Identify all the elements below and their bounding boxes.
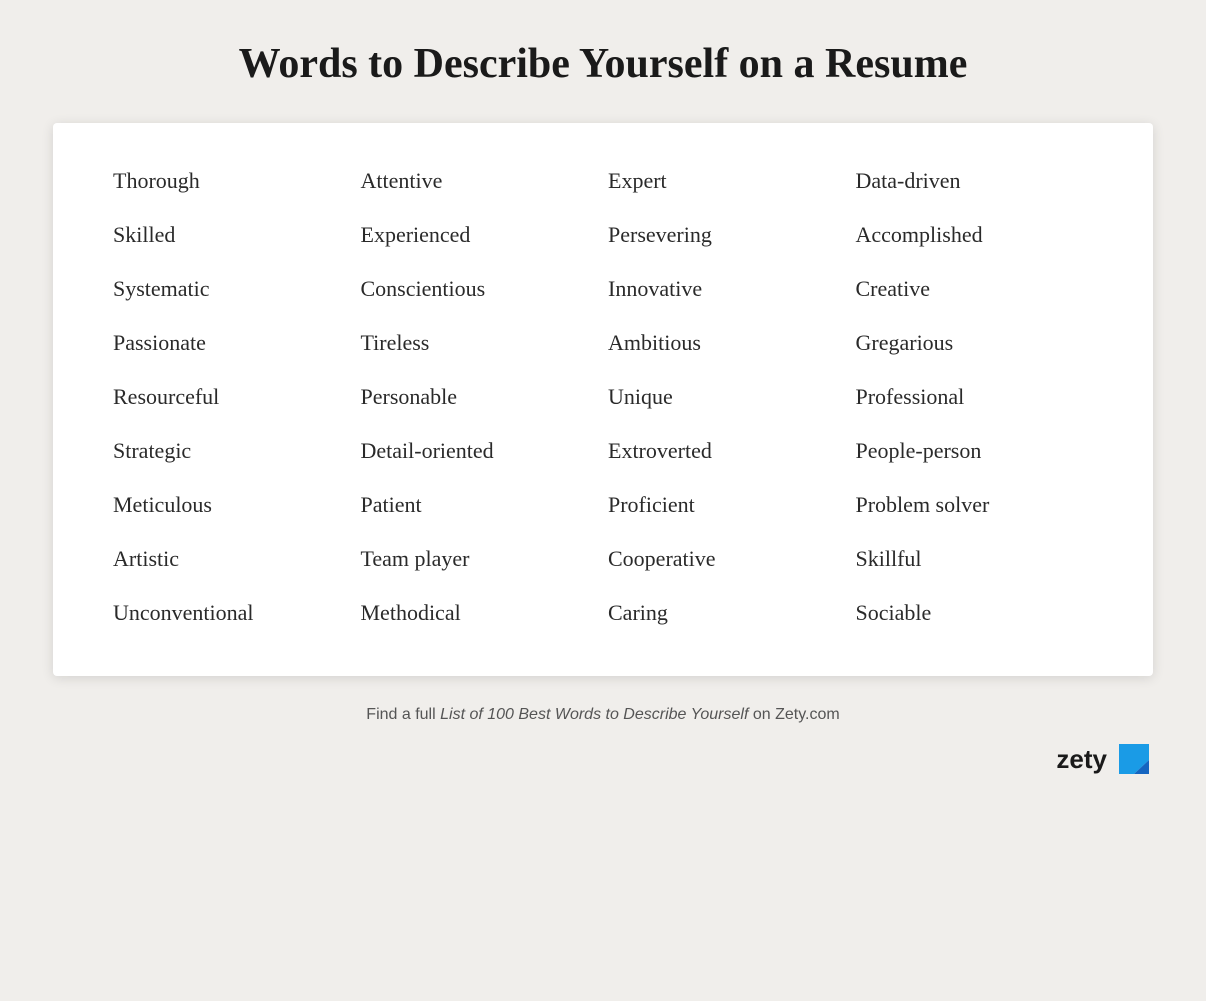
word-item: Sociable xyxy=(856,600,1094,626)
footer-suffix: on Zety.com xyxy=(748,706,839,723)
word-item: Cooperative xyxy=(608,546,846,572)
word-item: Artistic xyxy=(113,546,351,572)
word-item: Thorough xyxy=(113,168,351,194)
word-item: Attentive xyxy=(361,168,599,194)
word-item: People-person xyxy=(856,438,1094,464)
word-item: Team player xyxy=(361,546,599,572)
word-item: Extroverted xyxy=(608,438,846,464)
word-item: Conscientious xyxy=(361,276,599,302)
word-item: Creative xyxy=(856,276,1094,302)
word-item: Tireless xyxy=(361,330,599,356)
word-item: Accomplished xyxy=(856,222,1094,248)
footer-prefix: Find a full xyxy=(366,706,440,723)
zety-logo-icon xyxy=(1115,740,1153,778)
words-card: Thorough Attentive Expert Data-driven Skille… xyxy=(53,123,1153,676)
brand-name: zety xyxy=(1056,744,1107,775)
brand-row: zety xyxy=(53,740,1153,778)
footer: Find a full List of 100 Best Words to De… xyxy=(50,706,1156,724)
word-item: Problem solver xyxy=(856,492,1094,518)
word-item: Systematic xyxy=(113,276,351,302)
word-item: Skilled xyxy=(113,222,351,248)
word-item: Proficient xyxy=(608,492,846,518)
word-item: Unique xyxy=(608,384,846,410)
word-item: Methodical xyxy=(361,600,599,626)
word-item: Experienced xyxy=(361,222,599,248)
word-item: Expert xyxy=(608,168,846,194)
footer-link: List of 100 Best Words to Describe Yours… xyxy=(440,706,748,723)
word-item: Unconventional xyxy=(113,600,351,626)
word-item: Gregarious xyxy=(856,330,1094,356)
word-item: Persevering xyxy=(608,222,846,248)
word-item: Meticulous xyxy=(113,492,351,518)
words-grid: Thorough Attentive Expert Data-driven Skille… xyxy=(113,168,1093,626)
word-item: Detail-oriented xyxy=(361,438,599,464)
word-item: Passionate xyxy=(113,330,351,356)
word-item: Professional xyxy=(856,384,1094,410)
word-item: Strategic xyxy=(113,438,351,464)
word-item: Data-driven xyxy=(856,168,1094,194)
page-title: Words to Describe Yourself on a Resume xyxy=(239,40,968,88)
word-item: Patient xyxy=(361,492,599,518)
word-item: Caring xyxy=(608,600,846,626)
word-item: Innovative xyxy=(608,276,846,302)
word-item: Personable xyxy=(361,384,599,410)
word-item: Skillful xyxy=(856,546,1094,572)
word-item: Ambitious xyxy=(608,330,846,356)
word-item: Resourceful xyxy=(113,384,351,410)
